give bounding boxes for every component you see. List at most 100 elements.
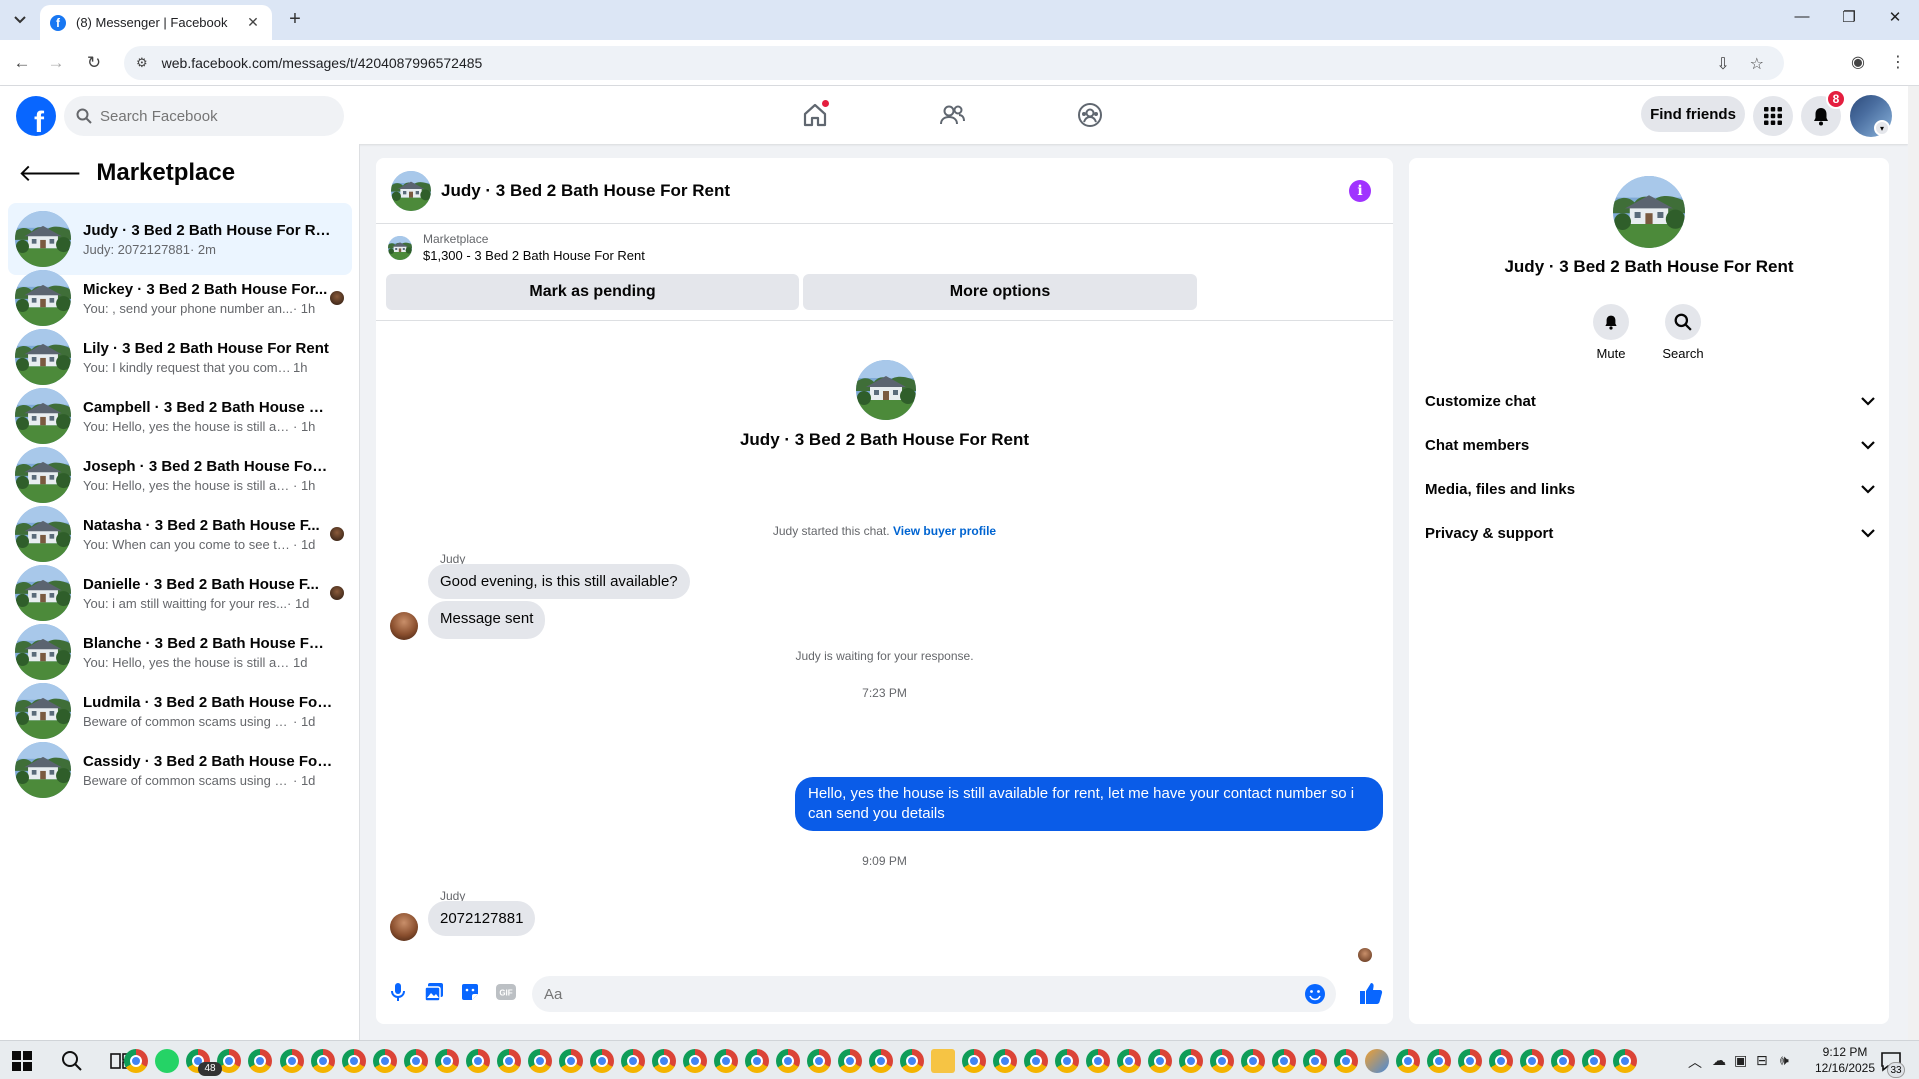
chrome-app-icon[interactable] <box>1427 1049 1451 1073</box>
info-icon[interactable]: i <box>1349 180 1371 202</box>
chrome-app-icon[interactable] <box>124 1049 148 1073</box>
mute-button[interactable]: Mute <box>1571 304 1651 361</box>
chrome-app-icon[interactable] <box>435 1049 459 1073</box>
chrome-app-icon[interactable] <box>1055 1049 1079 1073</box>
taskbar-clock[interactable]: 9:12 PM 12/16/2025 <box>1805 1044 1885 1076</box>
incoming-message[interactable]: Good evening, is this still available? <box>428 564 690 599</box>
incoming-message[interactable]: Message sent <box>428 601 546 639</box>
chrome-app-icon[interactable] <box>280 1049 304 1073</box>
view-buyer-profile-link[interactable]: View buyer profile <box>893 524 996 538</box>
privacy-support-section[interactable]: Privacy & support <box>1425 513 1875 553</box>
customize-chat-section[interactable]: Customize chat <box>1425 381 1875 421</box>
chrome-app-icon[interactable] <box>1613 1049 1637 1073</box>
url-text[interactable]: web.facebook.com/messages/t/420408799657… <box>162 55 483 71</box>
chat-avatar[interactable] <box>391 170 431 211</box>
chrome-app-icon[interactable] <box>1210 1049 1234 1073</box>
chrome-app-icon[interactable] <box>838 1049 862 1073</box>
outgoing-message[interactable]: Hello, yes the house is still available … <box>795 777 1383 831</box>
sender-avatar[interactable] <box>390 612 418 640</box>
chrome-app-icon[interactable] <box>1148 1049 1172 1073</box>
chrome-app-icon[interactable] <box>311 1049 335 1073</box>
chrome-app-icon[interactable] <box>466 1049 490 1073</box>
chrome-app-icon[interactable] <box>1520 1049 1544 1073</box>
whatsapp-icon[interactable] <box>155 1049 179 1073</box>
chrome-app-icon[interactable] <box>373 1049 397 1073</box>
page-scrollbar[interactable] <box>1908 86 1919 1040</box>
chrome-app-icon[interactable] <box>869 1049 893 1073</box>
conversation-item[interactable]: Cassidy · 3 Bed 2 Bath House For R... Bew… <box>8 734 352 806</box>
chrome-app-icon[interactable] <box>497 1049 521 1073</box>
chrome-app-icon[interactable] <box>1551 1049 1575 1073</box>
chrome-app-icon[interactable] <box>404 1049 428 1073</box>
gif-icon[interactable]: GIF <box>494 980 518 1004</box>
account-chevron-down-icon[interactable]: ▾ <box>1874 120 1890 136</box>
reload-icon[interactable]: ↻ <box>82 51 106 75</box>
site-settings-icon[interactable]: ⚙ <box>136 55 148 71</box>
chrome-app-icon[interactable] <box>1241 1049 1265 1073</box>
search-in-conversation-button[interactable]: Search <box>1643 304 1723 361</box>
more-options-button[interactable]: More options <box>803 274 1197 310</box>
chrome-app-icon[interactable] <box>621 1049 645 1073</box>
chrome-app-icon[interactable] <box>1179 1049 1203 1073</box>
photo-gallery-icon[interactable] <box>422 980 446 1004</box>
info-panel-avatar[interactable] <box>1613 176 1685 248</box>
chrome-app-icon[interactable] <box>1024 1049 1048 1073</box>
chrome-app-icon[interactable] <box>993 1049 1017 1073</box>
back-arrow-icon[interactable]: 🡐 <box>18 158 82 188</box>
chrome-app-icon[interactable] <box>652 1049 676 1073</box>
listing-summary[interactable]: Marketplace $1,300 - 3 Bed 2 Bath House … <box>388 232 645 263</box>
chrome-app-icon[interactable] <box>528 1049 552 1073</box>
chrome-app-icon[interactable] <box>745 1049 769 1073</box>
facebook-search-box[interactable] <box>64 96 344 136</box>
message-input[interactable] <box>544 985 1244 1003</box>
find-friends-button[interactable]: Find friends <box>1641 96 1745 132</box>
chrome-app-icon[interactable] <box>776 1049 800 1073</box>
message-input-box[interactable] <box>532 976 1336 1012</box>
conversation-profile-avatar[interactable] <box>856 360 916 420</box>
onedrive-icon[interactable]: ☁ <box>1712 1052 1726 1069</box>
chrome-app-icon[interactable] <box>342 1049 366 1073</box>
facebook-search-input[interactable] <box>100 107 320 125</box>
window-close-icon[interactable]: ✕ <box>1880 8 1910 26</box>
nav-home[interactable] <box>775 86 855 144</box>
sticker-icon[interactable] <box>458 980 482 1004</box>
chat-title[interactable]: Judy · 3 Bed 2 Bath House For Rent <box>441 181 730 201</box>
facebook-logo-icon[interactable]: f <box>16 96 56 136</box>
network-icon[interactable]: ⊟ <box>1756 1052 1768 1069</box>
meet-now-icon[interactable]: ▣ <box>1734 1052 1747 1069</box>
chrome-app-icon[interactable] <box>1396 1049 1420 1073</box>
chrome-app-icon[interactable] <box>1334 1049 1358 1073</box>
omnibox[interactable]: ⚙ web.facebook.com/messages/t/4204087996… <box>124 46 1784 80</box>
file-explorer-icon[interactable] <box>931 1049 955 1073</box>
chat-members-section[interactable]: Chat members <box>1425 425 1875 465</box>
tab-close-icon[interactable]: ✕ <box>244 14 262 31</box>
chrome-app-icon[interactable] <box>807 1049 831 1073</box>
nav-groups[interactable] <box>1050 86 1130 144</box>
tab-search-chevron-icon[interactable] <box>7 8 33 32</box>
chrome-menu-icon[interactable]: ⋮ <box>1890 52 1906 72</box>
chrome-app-icon[interactable] <box>1458 1049 1482 1073</box>
chrome-app-icon[interactable] <box>900 1049 924 1073</box>
media-files-links-section[interactable]: Media, files and links <box>1425 469 1875 509</box>
incoming-message[interactable]: 2072127881 <box>428 901 536 936</box>
thumbs-up-icon[interactable] <box>1358 980 1384 1006</box>
chrome-app-icon[interactable] <box>1489 1049 1513 1073</box>
chrome-app-icon[interactable] <box>1272 1049 1296 1073</box>
chrome-app-icon[interactable] <box>714 1049 738 1073</box>
chrome-app-icon[interactable] <box>962 1049 986 1073</box>
restore-icon[interactable]: ❐ <box>1834 8 1864 26</box>
bookmark-star-icon[interactable]: ☆ <box>1750 54 1764 74</box>
chrome-app-icon[interactable] <box>1117 1049 1141 1073</box>
menu-grid-button[interactable] <box>1753 96 1793 136</box>
chrome-app-icon[interactable] <box>1582 1049 1606 1073</box>
taskbar-search-icon[interactable] <box>60 1049 84 1073</box>
weather-icon[interactable] <box>1365 1049 1389 1073</box>
chrome-app-icon[interactable] <box>1086 1049 1110 1073</box>
chrome-app-icon[interactable] <box>590 1049 614 1073</box>
mark-as-pending-button[interactable]: Mark as pending <box>386 274 799 310</box>
tray-chevron-up-icon[interactable]: ︿ <box>1688 1052 1702 1072</box>
back-arrow-icon[interactable]: ← <box>10 51 34 75</box>
minimize-icon[interactable]: — <box>1787 8 1817 25</box>
browser-tab-messenger[interactable]: f (8) Messenger | Facebook ✕ <box>40 5 272 40</box>
volume-icon[interactable]: 🕪 <box>1780 1052 1789 1069</box>
